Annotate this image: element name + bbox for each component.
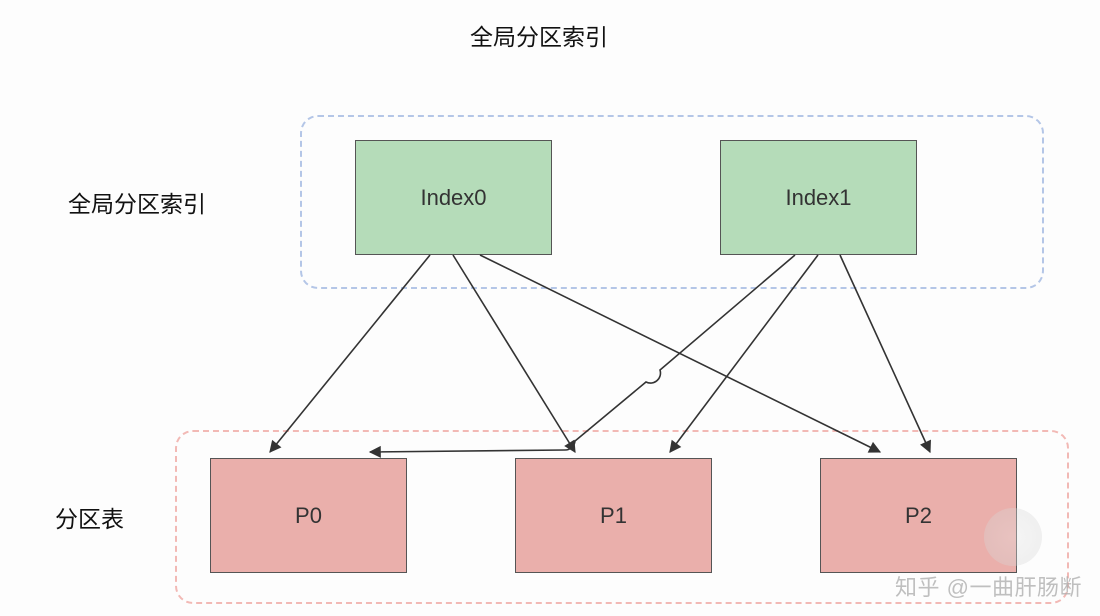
index-box-0: Index0 bbox=[355, 140, 552, 255]
partition-box-2-label: P2 bbox=[905, 503, 932, 529]
index-box-1: Index1 bbox=[720, 140, 917, 255]
diagram-title: 全局分区索引 bbox=[470, 18, 608, 52]
partition-box-0: P0 bbox=[210, 458, 407, 573]
index-group-label: 全局分区索引 bbox=[68, 185, 206, 219]
index-box-0-label: Index0 bbox=[420, 185, 486, 211]
partition-group-label: 分区表 bbox=[55, 500, 124, 534]
watermark-logo bbox=[984, 508, 1042, 566]
watermark-text: 知乎 @一曲肝肠断 bbox=[895, 570, 1082, 602]
partition-box-1-label: P1 bbox=[600, 503, 627, 529]
partition-box-2: P2 bbox=[820, 458, 1017, 573]
partition-box-1: P1 bbox=[515, 458, 712, 573]
index-box-1-label: Index1 bbox=[785, 185, 851, 211]
partition-box-0-label: P0 bbox=[295, 503, 322, 529]
